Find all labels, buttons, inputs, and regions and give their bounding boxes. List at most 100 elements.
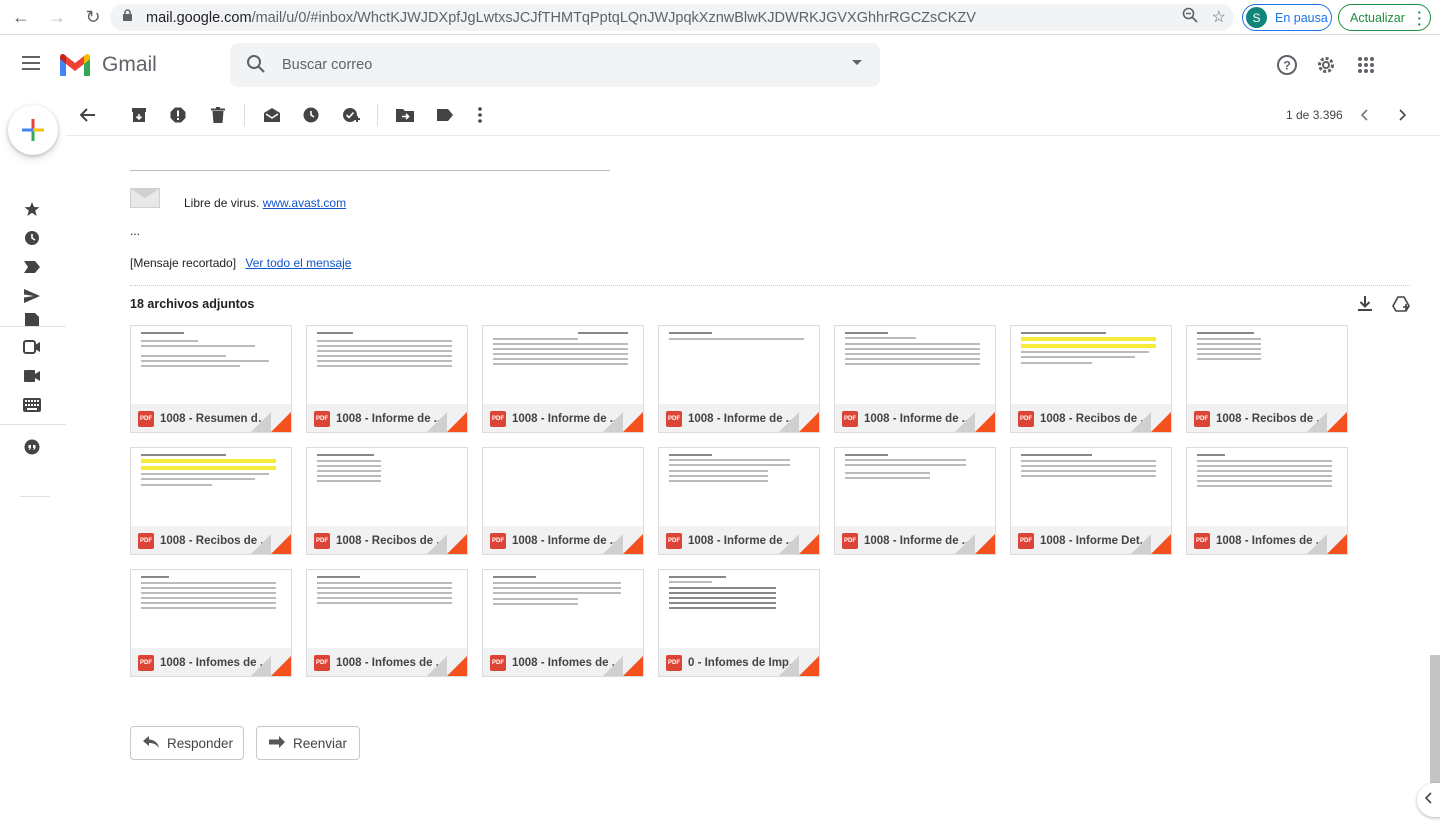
avast-link[interactable]: www.avast.com (263, 196, 346, 210)
page-fold-icon (271, 656, 291, 676)
older-chevron-right-icon[interactable] (1391, 104, 1413, 126)
gmail-logo[interactable]: Gmail (58, 52, 157, 78)
search-bar[interactable]: Buscar correo (230, 43, 880, 87)
important-label-icon[interactable] (22, 257, 42, 277)
view-entire-message-link[interactable]: Ver todo el mensaje (245, 256, 351, 270)
pdf-file-icon: PDF (138, 411, 154, 427)
pdf-file-icon: PDF (666, 533, 682, 549)
attachment-card[interactable]: PDF 1008 - Resumen de ... (130, 325, 292, 433)
meet-video-icon[interactable] (22, 337, 42, 357)
reply-label: Responder (167, 735, 234, 751)
attachment-thumbnail (483, 448, 643, 526)
attachment-card[interactable]: PDF 1008 - Recibos de ... (130, 447, 292, 555)
drafts-icon[interactable] (22, 313, 42, 327)
new-meeting-icon[interactable] (22, 366, 42, 386)
gmail-header: Gmail Buscar correo ? (0, 36, 1440, 94)
more-vert-icon[interactable]: · · · (1417, 5, 1422, 31)
settings-gear-icon[interactable] (1314, 53, 1338, 77)
page-fold-icon (623, 534, 643, 554)
virus-text: Libre de virus. (184, 196, 260, 210)
snooze-clock-icon[interactable] (300, 104, 322, 126)
attachment-card[interactable]: PDF 1008 - Informe de ... (658, 325, 820, 433)
attachment-card[interactable]: PDF 1008 - Infomes de ... (482, 569, 644, 677)
attachments-divider (130, 285, 1410, 286)
mark-unread-icon[interactable] (261, 104, 283, 126)
lock-icon (122, 9, 136, 26)
snoozed-clock-icon[interactable] (22, 228, 42, 248)
delete-trash-icon[interactable] (207, 104, 229, 126)
attachment-card[interactable]: PDF 1008 - Informe de ... (482, 325, 644, 433)
attachment-card[interactable]: PDF 0 - Infomes de Imp... (658, 569, 820, 677)
forward-button[interactable]: Reenviar (256, 726, 360, 760)
url-path: /mail/u/0/#inbox/WhctKJWJDXpfJgLwtxsJCJf… (251, 9, 976, 26)
zoom-icon[interactable] (1182, 7, 1198, 28)
attachment-card[interactable]: PDF 1008 - Informe de ... (306, 325, 468, 433)
attachments-actions (1358, 296, 1410, 317)
archive-icon[interactable] (128, 104, 150, 126)
starred-icon[interactable] (22, 199, 42, 219)
reload-icon[interactable]: ↻ (78, 2, 108, 32)
help-icon[interactable]: ? (1275, 53, 1299, 77)
search-icon[interactable] (246, 54, 266, 79)
attachment-card[interactable]: PDF 1008 - Informe de ... (834, 447, 996, 555)
download-all-icon[interactable] (1358, 296, 1372, 317)
attachment-card[interactable]: PDF 1008 - Infomes de ... (306, 569, 468, 677)
update-label: Actualizar (1350, 10, 1405, 25)
move-to-icon[interactable] (394, 104, 416, 126)
pdf-file-icon: PDF (842, 411, 858, 427)
attachment-thumbnail (1187, 448, 1347, 526)
reply-arrow-icon (143, 735, 159, 751)
page-fold-icon (623, 656, 643, 676)
page-fold-icon (447, 656, 467, 676)
attachment-card[interactable]: PDF 1008 - Recibos de ... (306, 447, 468, 555)
attachment-thumbnail (131, 570, 291, 648)
profile-button[interactable]: S En pausa (1242, 4, 1332, 31)
attachment-card[interactable]: PDF 1008 - Infomes de ... (130, 569, 292, 677)
attachment-thumbnail (483, 570, 643, 648)
more-options-icon[interactable] (469, 104, 491, 126)
label-icon[interactable] (434, 104, 456, 126)
attachment-card[interactable]: PDF 1008 - Informe de ... (834, 325, 996, 433)
page-fold-icon (799, 656, 819, 676)
trimmed-content-ellipsis[interactable]: ... (130, 224, 140, 238)
rail-divider (0, 424, 66, 425)
keyboard-icon[interactable] (22, 395, 42, 415)
back-arrow-icon[interactable]: ← (6, 2, 36, 32)
sent-icon[interactable] (22, 286, 42, 306)
attachment-card[interactable]: PDF 1008 - Recibos de ... (1186, 325, 1348, 433)
attachment-card[interactable]: PDF 1008 - Informe de ... (658, 447, 820, 555)
chevron-left-icon (1424, 791, 1433, 809)
add-to-drive-icon[interactable] (1392, 296, 1410, 317)
search-input[interactable]: Buscar correo (282, 57, 372, 73)
page-fold-icon (1151, 412, 1171, 432)
add-to-tasks-icon[interactable] (340, 104, 362, 126)
attachment-card[interactable]: PDF 1008 - Informe de ... (482, 447, 644, 555)
attachment-thumbnail (131, 448, 291, 526)
attachment-card[interactable]: PDF 1008 - Infomes de ... (1186, 447, 1348, 555)
page-fold-icon (1327, 534, 1347, 554)
bookmark-star-icon[interactable]: ☆ (1212, 7, 1226, 28)
toolbar-divider (377, 104, 378, 126)
address-bar[interactable]: mail.google.com/mail/u/0/#inbox/WhctKJWJ… (110, 4, 1234, 31)
profile-status: En pausa (1275, 10, 1328, 25)
newer-chevron-left-icon[interactable] (1354, 104, 1376, 126)
side-panel-toggle[interactable] (1417, 783, 1440, 817)
report-spam-icon[interactable] (167, 104, 189, 126)
compose-button[interactable] (8, 105, 58, 155)
attachment-thumbnail (483, 326, 643, 404)
attachment-card[interactable]: PDF 1008 - Recibos de ... (1010, 325, 1172, 433)
attachment-thumbnail (307, 326, 467, 404)
apps-grid-icon[interactable] (1354, 53, 1378, 77)
search-options-icon[interactable] (852, 60, 862, 65)
attachment-card[interactable]: PDF 1008 - Informe Det... (1010, 447, 1172, 555)
pdf-file-icon: PDF (1194, 411, 1210, 427)
pdf-file-icon: PDF (1018, 411, 1034, 427)
toolbar-divider (244, 104, 245, 126)
page-fold-icon (1151, 534, 1171, 554)
chat-hangouts-icon[interactable] (22, 437, 42, 457)
back-to-inbox-icon[interactable] (77, 104, 99, 126)
update-button[interactable]: Actualizar · · · (1338, 4, 1431, 31)
reply-button[interactable]: Responder (130, 726, 244, 760)
main-menu-icon[interactable] (22, 56, 40, 74)
forward-arrow-icon[interactable]: → (42, 2, 72, 32)
